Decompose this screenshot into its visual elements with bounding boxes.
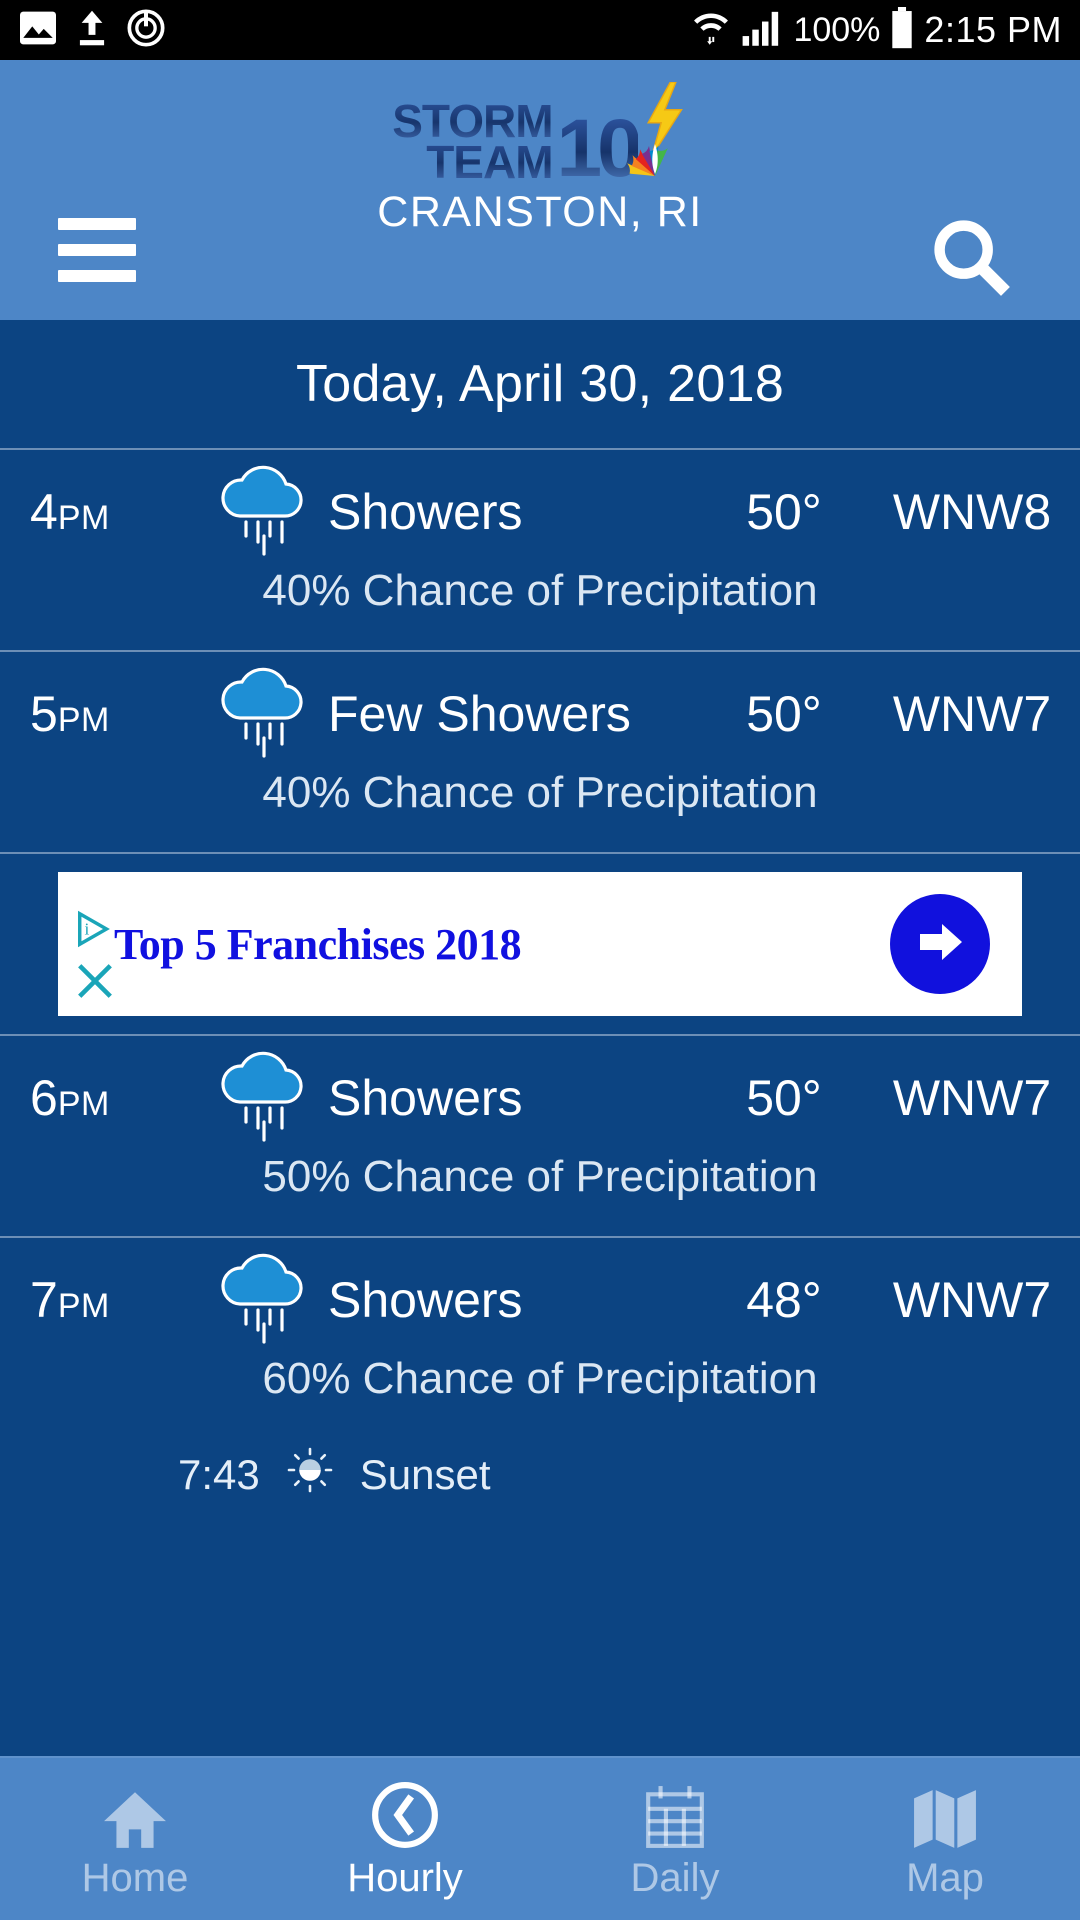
hour-condition: Few Showers [328,686,631,742]
power-timer-icon [126,8,166,53]
rain-cloud-icon [208,464,320,560]
hour-temperature: 48° [746,1272,822,1328]
hour-precipitation: 60% Chance of Precipitation [262,1354,818,1403]
hour-time: 5PM [30,685,208,743]
hour-time-ampm: PM [57,1287,110,1325]
hourly-row[interactable]: 4PM Showers 50° WNW8 40% Chance of Preci… [0,450,1080,650]
hour-time: 6PM [30,1069,208,1127]
hour-wind: WNW7 [892,1070,1052,1126]
hourly-row[interactable]: 6PM Showers 50° WNW7 50% Chance of Preci… [0,1036,1080,1236]
nbc-peacock-icon [626,132,684,185]
search-icon[interactable] [926,212,1018,304]
rain-cloud-icon [208,1252,320,1348]
hour-condition: Showers [328,1272,523,1328]
tab-daily[interactable]: Daily [540,1758,810,1920]
tab-map[interactable]: Map [810,1758,1080,1920]
storm-team-10-logo: STORM TEAM 10 [377,81,702,190]
rain-cloud-icon [208,1050,320,1146]
calendar-icon [644,1778,706,1850]
svg-text:i: i [85,920,90,939]
sunset-label: Sunset [359,1451,491,1498]
tab-label-hourly: Hourly [347,1855,463,1900]
hour-condition: Showers [328,484,523,540]
tab-label-map: Map [906,1855,984,1900]
hour-time-value: 6 [30,1070,58,1126]
cellular-signal-icon [741,8,783,53]
hour-temperature: 50° [746,484,822,540]
hamburger-bar [58,244,136,256]
bottom-navigation: Home Hourly Daily Map [0,1756,1080,1920]
brand-block: STORM TEAM 10 CRANSTON, RI [377,60,702,237]
hamburger-bar [58,218,136,230]
hour-precipitation: 50% Chance of Precipitation [262,1152,818,1201]
status-bar-left-icons [18,8,166,53]
hour-precipitation: 40% Chance of Precipitation [262,768,818,817]
hour-time-value: 5 [30,686,58,742]
sunset-row: 7:43 Sunset [0,1438,1080,1504]
battery-full-icon [890,6,914,54]
hamburger-menu-icon[interactable] [58,218,136,282]
arrow-right-icon [912,914,968,975]
hour-time-value: 4 [30,484,58,540]
rain-cloud-icon [208,666,320,762]
tab-label-daily: Daily [630,1855,720,1900]
tab-hourly[interactable]: Hourly [270,1758,540,1920]
battery-percent-label: 100% [793,10,881,49]
wifi-icon [691,7,731,54]
hour-precipitation: 40% Chance of Precipitation [262,566,818,615]
hour-time-value: 7 [30,1272,58,1328]
hamburger-bar [58,270,136,282]
image-icon [18,10,58,51]
hour-temperature: 50° [746,686,822,742]
logo-mark [626,81,688,185]
sunset-icon [286,1446,334,1504]
app-header: STORM TEAM 10 CRANSTON, RI [0,60,1080,320]
status-bar-clock: 2:15 PM [924,9,1062,50]
clock-icon [370,1778,440,1850]
status-bar: 100% 2:15 PM [0,0,1080,60]
sunset-time: 7:43 [178,1451,260,1498]
hour-wind: WNW8 [892,484,1052,540]
hourly-row[interactable]: 5PM Few Showers 50° WNW7 40% Chance of P… [0,652,1080,852]
location-label: CRANSTON, RI [377,188,703,236]
hourly-forecast-list[interactable]: Today, April 30, 2018 4PM Showers 50° WN… [0,320,1080,1756]
map-icon [912,1778,978,1850]
tab-label-home: Home [81,1855,189,1900]
hour-temperature: 50° [746,1070,822,1126]
hour-time-ampm: PM [57,1085,110,1123]
ad-banner[interactable]: i Top 5 Franchises 2018 [58,872,1022,1016]
status-bar-right-icons: 100% 2:15 PM [691,6,1062,54]
tab-home[interactable]: Home [0,1758,270,1920]
hour-time-ampm: PM [57,499,110,537]
close-x-icon[interactable] [74,960,116,1007]
hour-condition: Showers [328,1070,523,1126]
home-icon [102,1778,168,1850]
adchoices-icon[interactable]: i [74,908,116,955]
hour-time: 4PM [30,483,208,541]
logo-wordmark: STORM TEAM [392,98,553,188]
ad-cta-button[interactable] [890,894,990,994]
ad-banner-container[interactable]: i Top 5 Franchises 2018 [0,854,1080,1034]
hour-wind: WNW7 [892,1272,1052,1328]
hour-time-ampm: PM [57,701,110,739]
hour-time: 7PM [30,1271,208,1329]
hourly-row[interactable]: 7PM Showers 48° WNW7 60% Chance of Preci… [0,1238,1080,1438]
logo-line-team: TEAM [426,135,553,188]
date-header: Today, April 30, 2018 [295,355,785,413]
hour-wind: WNW7 [892,686,1052,742]
upload-icon [76,9,108,52]
ad-title[interactable]: Top 5 Franchises 2018 [114,919,522,970]
